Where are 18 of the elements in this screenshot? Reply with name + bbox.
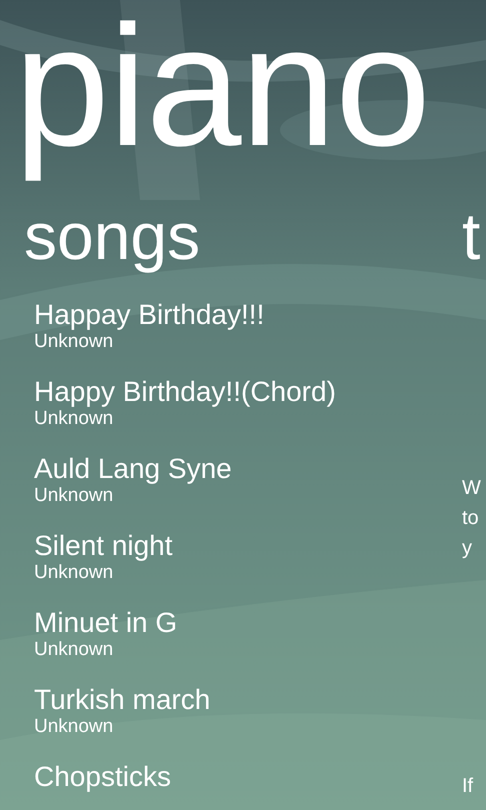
song-title[interactable]: Happy Birthday!!(Chord) <box>34 376 336 408</box>
song-artist: Unknown <box>34 485 114 508</box>
song-title[interactable]: Turkish march <box>34 684 210 716</box>
song-artist: Unknown <box>34 331 114 354</box>
app-title: piano <box>14 0 430 184</box>
song-artist: Unknown <box>34 639 114 662</box>
song-title[interactable]: Minuet in G <box>34 607 178 640</box>
song-artist: Unknown <box>34 562 114 584</box>
song-title[interactable]: Auld Lang Syne <box>34 453 232 486</box>
song-artist: Unknown <box>34 408 114 430</box>
song-title[interactable]: Chopsticks <box>34 761 171 794</box>
section-header: t <box>462 203 480 270</box>
paragraph-line: W <box>462 476 481 502</box>
song-artist: Unknown <box>34 716 114 738</box>
paragraph-line: y <box>462 536 472 562</box>
song-title[interactable]: Silent night <box>34 530 173 562</box>
paragraph-line: to <box>462 506 479 532</box>
paragraph-line: If <box>462 774 474 800</box>
